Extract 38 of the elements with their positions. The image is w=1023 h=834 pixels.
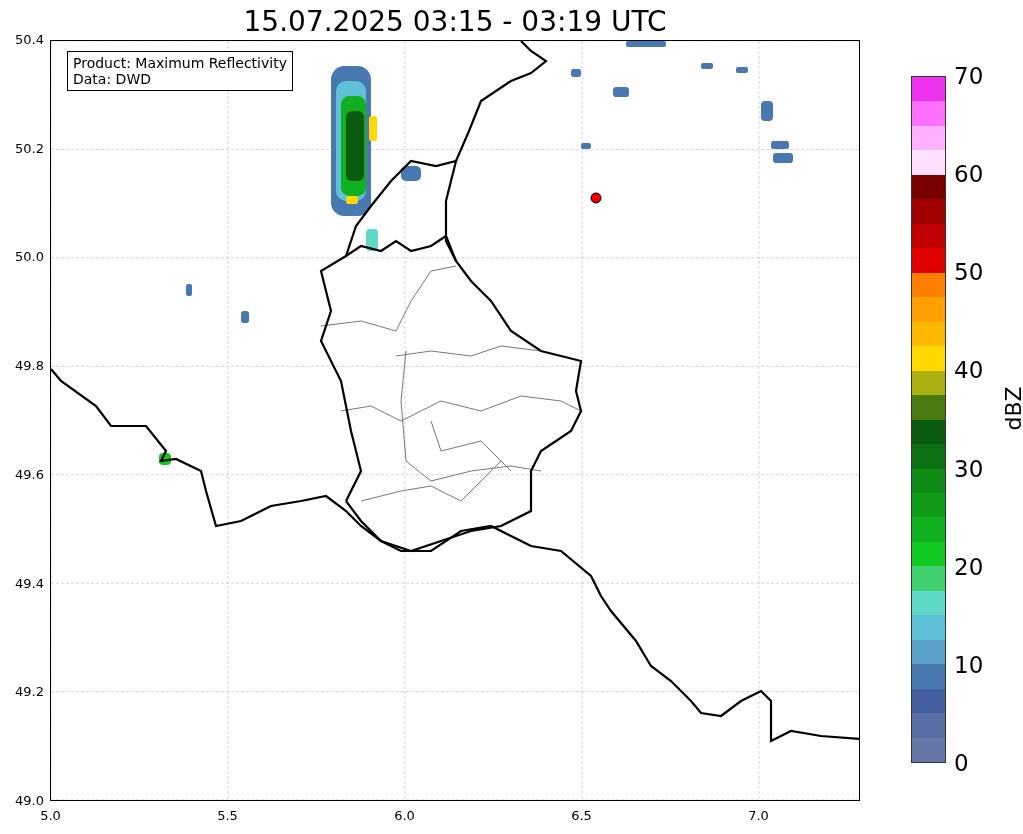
legend-text: Product: Maximum Reflectivity [73, 55, 287, 71]
longitude-tick-label: 6.0 [394, 808, 415, 824]
latitude-tick-label: 49.6 [15, 466, 44, 483]
radar-echo [401, 166, 421, 181]
latitude-tick-label: 50.4 [15, 32, 44, 48]
chart-title: 15.07.2025 03:15 - 03:19 UTC [242, 4, 668, 40]
radar-echo [701, 63, 713, 69]
radar-echo [571, 69, 581, 77]
latitude-tick-label: 50.2 [15, 140, 44, 157]
radar-echo [581, 143, 591, 149]
radar-echo [773, 153, 793, 163]
longitude-tick-label: 5.5 [217, 808, 238, 824]
colorbar-tick-label: 30 [954, 456, 984, 481]
location-marker [590, 192, 602, 204]
latitude-tick-label: 49.8 [15, 358, 44, 375]
latitude-tick-label: 49.4 [15, 575, 44, 592]
colorbar-tick-label: 60 [954, 162, 984, 187]
radar-echo [626, 41, 666, 47]
radar-echo [771, 141, 789, 149]
latitude-tick-label: 49.0 [15, 792, 44, 809]
latitude-tick-label: 50.0 [15, 249, 44, 266]
radar-echo [241, 311, 249, 323]
radar-echo [186, 284, 192, 296]
longitude-tick-label: 5.0 [40, 808, 61, 824]
legend-text: Data: DWD [73, 71, 152, 87]
colorbar-tick-label: 0 [954, 751, 970, 775]
radar-echo [736, 67, 748, 73]
latitude-tick-label: 49.2 [15, 684, 44, 701]
colorbar-tick-label: 70 [954, 64, 984, 88]
radar-echo [613, 87, 629, 97]
colorbar-tick-label: 10 [954, 652, 984, 677]
colorbar-tick-label: 50 [954, 260, 984, 285]
colorbar-tick-label: 40 [954, 358, 984, 383]
colorbar-label: dBZ [1000, 386, 1023, 431]
longitude-tick-label: 6.5 [571, 808, 592, 824]
radar-echo [761, 101, 773, 121]
colorbar-tick-label: 20 [954, 554, 984, 579]
longitude-tick-label: 7.0 [748, 808, 769, 824]
